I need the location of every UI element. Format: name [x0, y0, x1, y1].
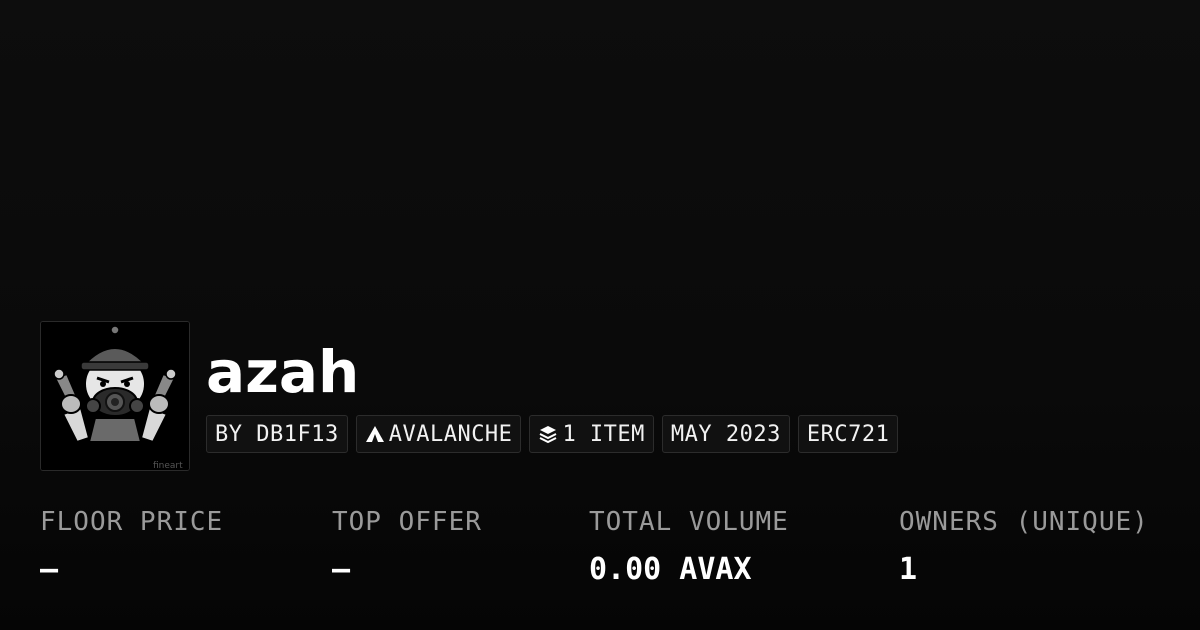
owners-value: 1 [899, 552, 918, 587]
collection-stats: FLOOR PRICE – TOP OFFER – TOTAL VOLUME 0… [40, 504, 1190, 604]
token-standard-tag: ERC721 [797, 415, 899, 453]
creator-label: BY DB1F13 [215, 421, 339, 447]
items-tag[interactable]: 1 ITEM [529, 415, 654, 453]
chain-tag[interactable]: AVALANCHE [355, 415, 522, 453]
avatar-watermark: fineart [153, 461, 183, 470]
chain-label: AVALANCHE [388, 421, 513, 447]
collection-tags: BY DB1F13 AVALANCHE 1 ITEM MAY 2023 ERC7… [206, 415, 899, 453]
avalanche-icon [365, 425, 385, 443]
token-standard-label: ERC721 [806, 421, 890, 447]
total-volume-stat: TOTAL VOLUME 0.00 AVAX [589, 504, 789, 590]
owners-label: OWNERS (UNIQUE) [899, 507, 1149, 537]
top-offer-stat: TOP OFFER – [332, 504, 482, 590]
owners-stat: OWNERS (UNIQUE) 1 [899, 504, 1149, 590]
date-tag: MAY 2023 [661, 415, 790, 453]
creator-tag[interactable]: BY DB1F13 [206, 415, 348, 453]
collection-avatar: fineart [40, 321, 190, 471]
floor-price-value: – [40, 552, 59, 587]
collection-title: azah [206, 338, 360, 406]
items-label: 1 ITEM [562, 421, 645, 447]
layers-icon [538, 424, 558, 444]
date-label: MAY 2023 [670, 421, 781, 447]
floor-price-label: FLOOR PRICE [40, 507, 224, 537]
total-volume-value: 0.00 AVAX [589, 552, 752, 587]
floor-price-stat: FLOOR PRICE – [40, 504, 223, 590]
total-volume-label: TOTAL VOLUME [589, 507, 789, 537]
top-offer-value: – [332, 552, 351, 587]
cartoon-mascot-image: fineart [41, 322, 189, 470]
top-offer-label: TOP OFFER [332, 507, 482, 537]
